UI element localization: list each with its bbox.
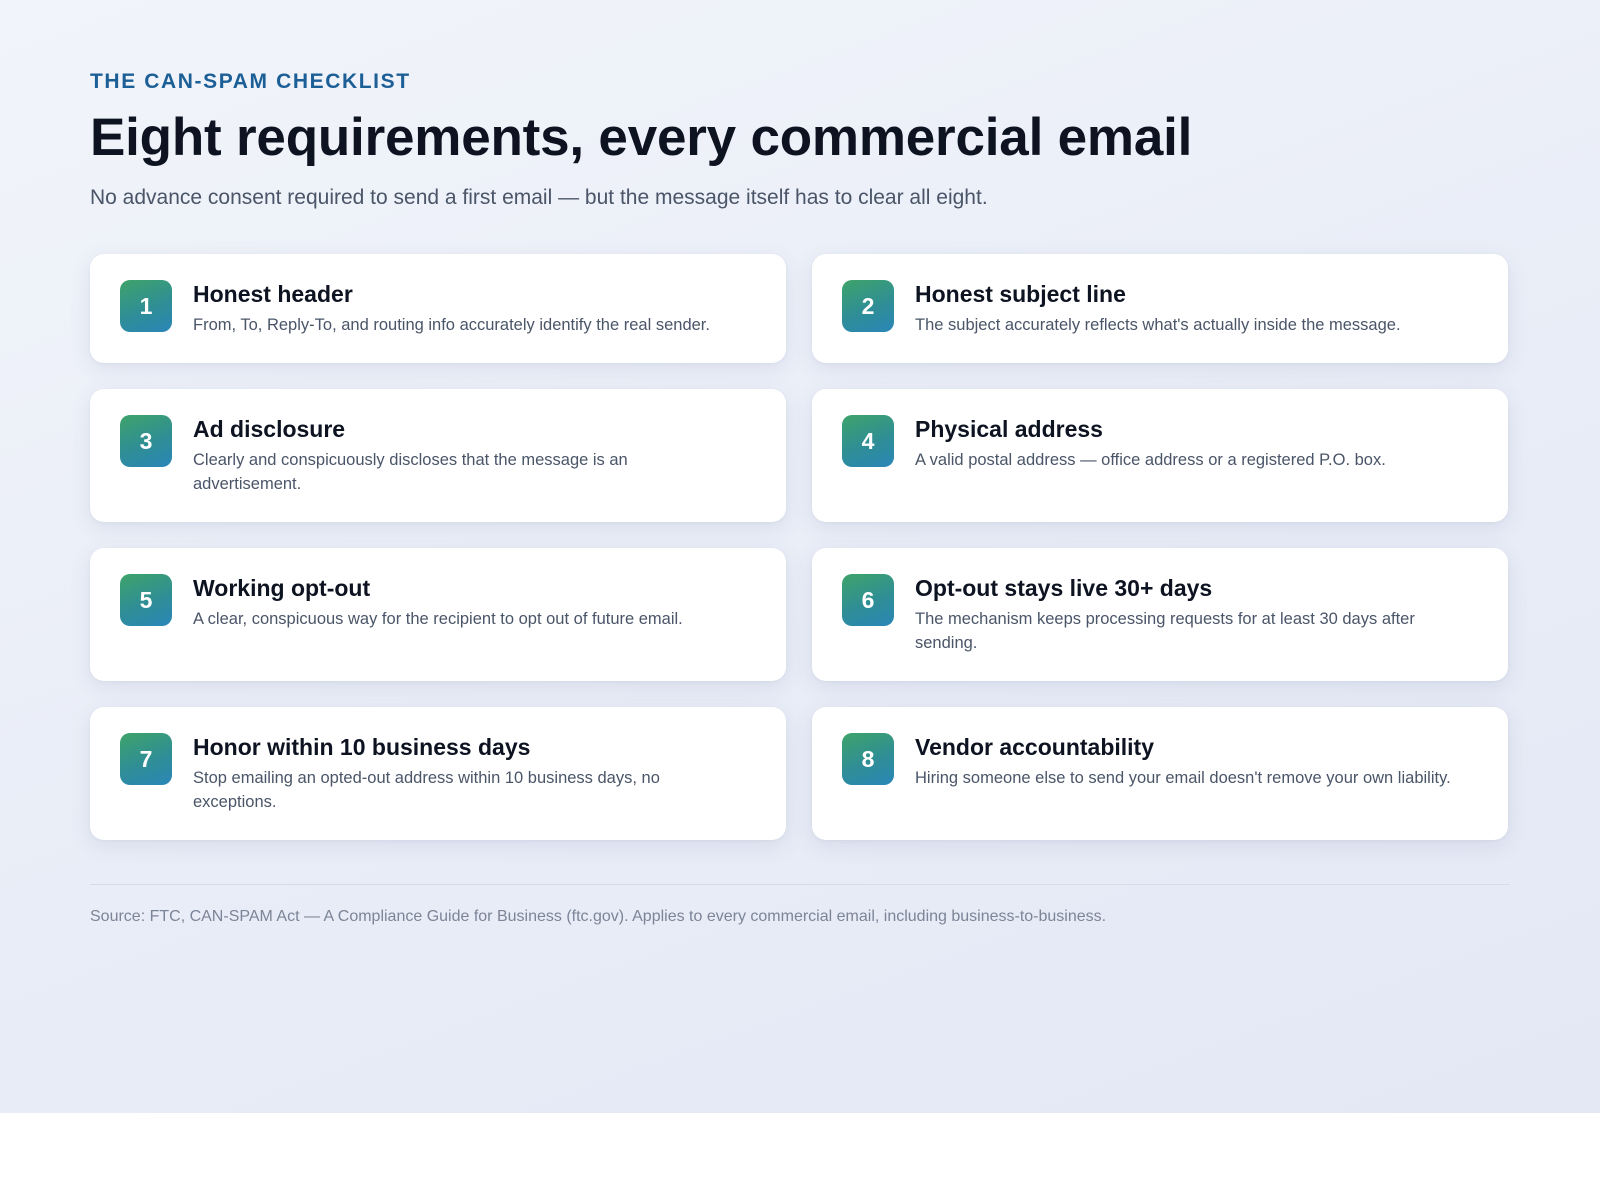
requirement-title: Honor within 10 business days (193, 734, 531, 760)
number-badge: 1 (120, 280, 172, 332)
kicker-label: THE CAN-SPAM CHECKLIST (90, 70, 411, 93)
requirement-title: Vendor accountability (915, 734, 1154, 760)
requirement-description: The mechanism keeps processing requests … (915, 610, 1415, 652)
requirement-card-2: 2 Honest subject line The subject accura… (812, 254, 1508, 363)
requirement-title: Physical address (915, 416, 1103, 442)
requirement-card-4: 4 Physical address A valid postal addres… (812, 389, 1508, 522)
number-badge: 7 (120, 733, 172, 785)
requirement-description: A valid postal address — office address … (915, 451, 1386, 469)
requirement-description: A clear, conspicuous way for the recipie… (193, 610, 683, 628)
number-badge: 8 (842, 733, 894, 785)
requirement-description: Clearly and conspicuously discloses that… (193, 451, 628, 493)
requirement-card-5: 5 Working opt-out A clear, conspicuous w… (90, 548, 786, 681)
requirement-text: Honest header From, To, Reply-To, and ro… (193, 280, 710, 337)
requirement-text: Working opt-out A clear, conspicuous way… (193, 574, 683, 631)
requirement-title: Opt-out stays live 30+ days (915, 575, 1213, 601)
requirement-title: Working opt-out (193, 575, 371, 601)
requirement-card-6: 6 Opt-out stays live 30+ days The mechan… (812, 548, 1508, 681)
requirement-description: Hiring someone else to send your email d… (915, 769, 1451, 787)
page-title: Eight requirements, every commercial ema… (90, 108, 1193, 167)
requirement-title: Ad disclosure (193, 416, 346, 442)
requirement-title: Honest header (193, 281, 353, 307)
requirement-text: Honest subject line The subject accurate… (915, 280, 1401, 337)
requirement-text: Opt-out stays live 30+ days The mechanis… (915, 574, 1435, 655)
requirement-text: Ad disclosure Clearly and conspicuously … (193, 415, 653, 496)
footer-divider (90, 884, 1510, 885)
checklist-page: THE CAN-SPAM CHECKLIST Eight requirement… (0, 0, 1600, 1113)
requirement-card-1: 1 Honest header From, To, Reply-To, and … (90, 254, 786, 363)
number-badge: 2 (842, 280, 894, 332)
number-badge: 6 (842, 574, 894, 626)
source-note: Source: FTC, CAN-SPAM Act — A Compliance… (90, 908, 1107, 925)
requirement-title: Honest subject line (915, 281, 1126, 307)
requirement-description: From, To, Reply-To, and routing info acc… (193, 316, 710, 334)
requirement-description: The subject accurately reflects what's a… (915, 316, 1401, 334)
requirement-description: Stop emailing an opted-out address withi… (193, 769, 660, 811)
number-badge: 5 (120, 574, 172, 626)
requirement-text: Vendor accountability Hiring someone els… (915, 733, 1451, 790)
requirement-card-8: 8 Vendor accountability Hiring someone e… (812, 707, 1508, 840)
requirements-grid: 1 Honest header From, To, Reply-To, and … (90, 254, 1510, 840)
number-badge: 4 (842, 415, 894, 467)
number-badge: 3 (120, 415, 172, 467)
requirement-text: Honor within 10 business days Stop email… (193, 733, 683, 814)
page-subtitle: No advance consent required to send a fi… (90, 186, 988, 209)
requirement-card-7: 7 Honor within 10 business days Stop ema… (90, 707, 786, 840)
requirement-card-3: 3 Ad disclosure Clearly and conspicuousl… (90, 389, 786, 522)
requirement-text: Physical address A valid postal address … (915, 415, 1386, 472)
